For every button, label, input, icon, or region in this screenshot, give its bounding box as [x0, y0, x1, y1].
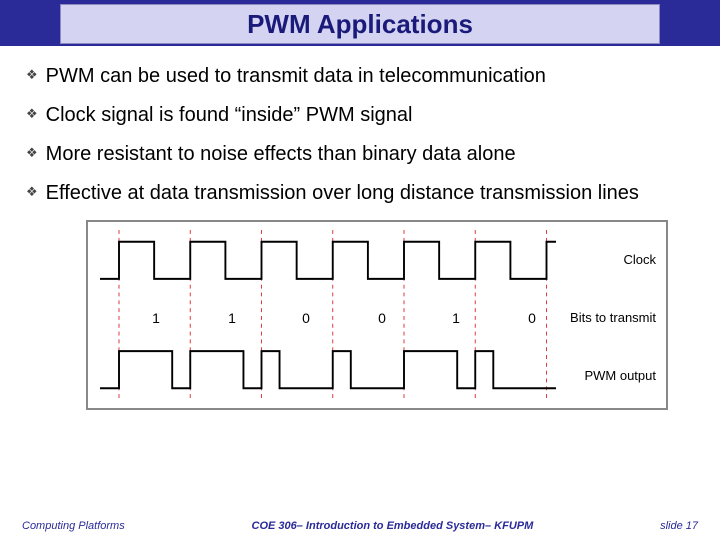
- waveform-area: 1 1 0 0 1 0: [100, 230, 556, 400]
- pwm-label: PWM output: [584, 368, 656, 383]
- footer: Computing Platforms COE 306– Introductio…: [0, 520, 720, 532]
- bit-value: 0: [376, 310, 388, 326]
- bullet-item: ❖ Clock signal is found “inside” PWM sig…: [26, 103, 694, 128]
- bit-value: 1: [450, 310, 462, 326]
- bullet-text: More resistant to noise effects than bin…: [46, 142, 516, 167]
- bullet-text: Effective at data transmission over long…: [46, 181, 639, 206]
- clock-waveform: [100, 242, 556, 279]
- bit-value: 1: [226, 310, 238, 326]
- content-area: ❖ PWM can be used to transmit data in te…: [0, 46, 720, 410]
- bit-value: 0: [526, 310, 538, 326]
- diamond-bullet-icon: ❖: [26, 185, 38, 198]
- bullet-item: ❖ Effective at data transmission over lo…: [26, 181, 694, 206]
- bullet-item: ❖ PWM can be used to transmit data in te…: [26, 64, 694, 89]
- clock-label: Clock: [623, 252, 656, 267]
- diamond-bullet-icon: ❖: [26, 107, 38, 120]
- bit-value: 0: [300, 310, 312, 326]
- footer-right: slide 17: [660, 520, 698, 532]
- bit-value: 1: [150, 310, 162, 326]
- slide-title: PWM Applications: [247, 9, 473, 40]
- bits-label: Bits to transmit: [570, 310, 656, 325]
- footer-center: COE 306– Introduction to Embedded System…: [252, 520, 534, 532]
- waveform-svg: [100, 230, 556, 400]
- bullet-text: Clock signal is found “inside” PWM signa…: [46, 103, 413, 128]
- footer-left: Computing Platforms: [22, 520, 125, 532]
- diamond-bullet-icon: ❖: [26, 146, 38, 159]
- pwm-waveform: [100, 351, 556, 388]
- bullet-item: ❖ More resistant to noise effects than b…: [26, 142, 694, 167]
- bullet-text: PWM can be used to transmit data in tele…: [46, 64, 546, 89]
- title-bar: PWM Applications: [60, 4, 660, 44]
- diamond-bullet-icon: ❖: [26, 68, 38, 81]
- diagram-labels: Clock Bits to transmit PWM output: [558, 230, 656, 400]
- timing-diagram: 1 1 0 0 1 0 Clock Bits to transmit PWM o…: [86, 220, 668, 410]
